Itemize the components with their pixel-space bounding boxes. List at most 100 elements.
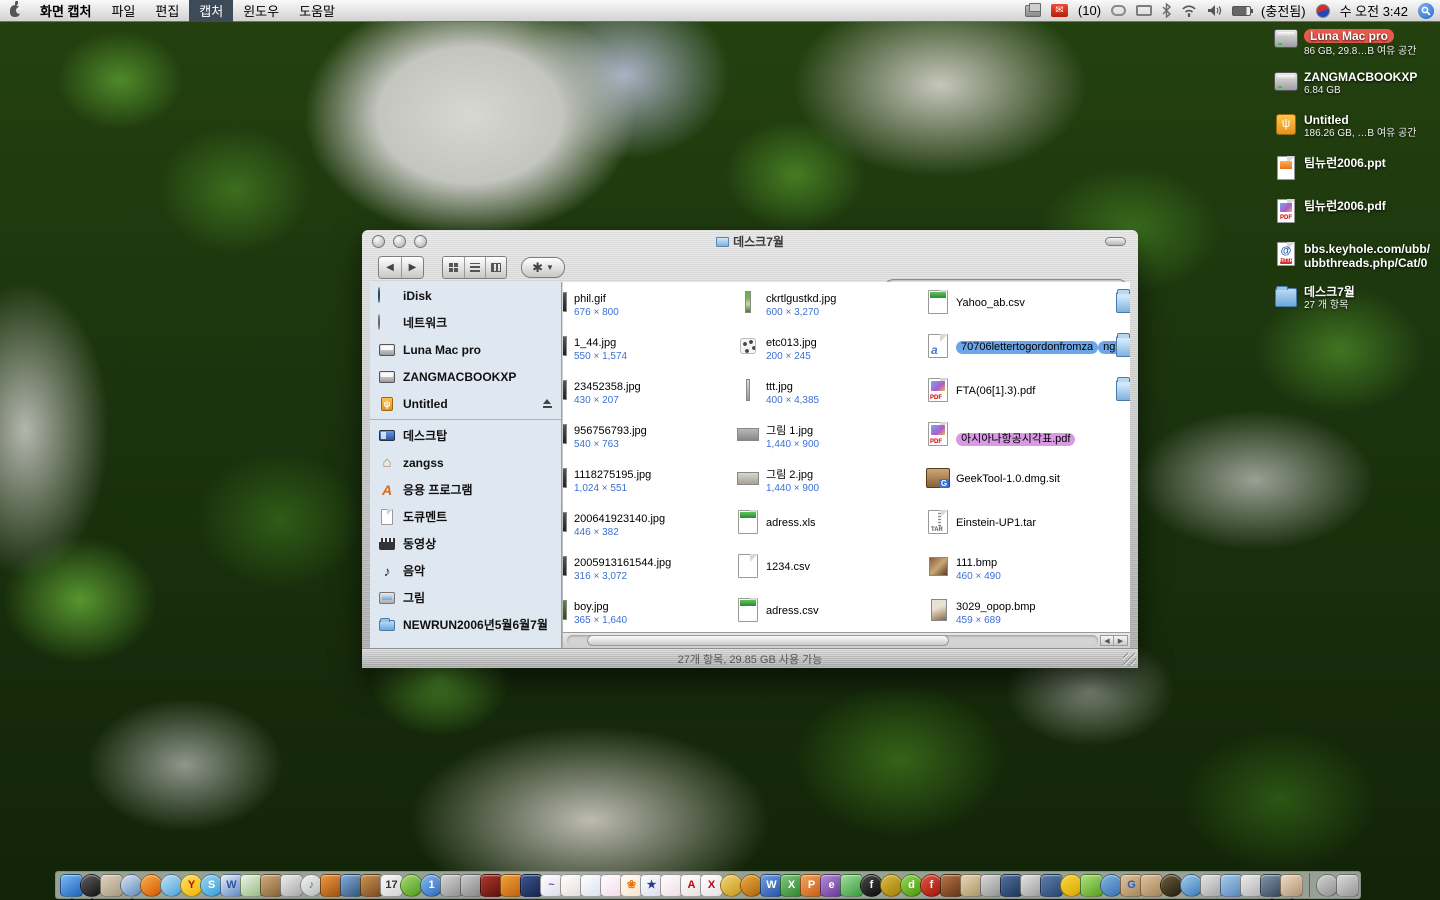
sidebar-item-label: 도큐멘트 [403, 508, 447, 525]
sidebar-item-newrun2006년5월6월7월[interactable]: NEWRUN2006년5월6월7월 [370, 611, 561, 638]
dock-glyph: W [766, 880, 776, 891]
volume-icon[interactable] [1207, 2, 1222, 20]
status-text: 27개 항목, 29.85 GB 사용 가능 [678, 651, 823, 667]
desktop-icon-label: 데스크7월 [1304, 285, 1355, 299]
desktop-icon-3[interactable]: Untitled186.26 GB, …B 여유 공간 [1272, 112, 1438, 155]
toolbar-toggle-button[interactable] [1105, 237, 1126, 246]
file-item[interactable]: 956756793.jpg540 × 763 [563, 420, 743, 464]
file-item[interactable]: 그림 2.jpg1,440 × 900 [735, 464, 935, 508]
file-item[interactable]: 3029_opop.bmp459 × 689 [925, 596, 1125, 632]
korean-input-icon[interactable] [1316, 2, 1330, 20]
column-view-button[interactable] [485, 257, 506, 278]
file-item[interactable]: FTA(06[1].3).pdf [925, 376, 1125, 420]
scroll-track[interactable] [567, 635, 1098, 646]
menu-item-5[interactable]: 윈도우 [233, 0, 289, 22]
file-item[interactable]: 1118275195.jpg1,024 × 551 [563, 464, 743, 508]
file-item[interactable]: ttt.jpg400 × 4,385 [735, 376, 935, 420]
sidebar-item-zangmacbookxp[interactable]: ZANGMACBOOKXP [370, 363, 561, 390]
sidebar-item-untitled[interactable]: Untitled [370, 390, 561, 417]
resize-grip[interactable] [1123, 653, 1136, 666]
wifi-icon[interactable] [1181, 2, 1197, 20]
file-item[interactable]: 1234.csv [735, 552, 935, 596]
file-item[interactable]: 그림 1.jpg1,440 × 900 [735, 420, 935, 464]
scroll-thumb[interactable] [587, 635, 949, 646]
file-item[interactable]: adress.xls [735, 508, 935, 552]
apple-menu[interactable] [0, 0, 30, 22]
dock-item-trash[interactable] [1336, 874, 1359, 897]
horizontal-scrollbar[interactable]: ◀ ▶ [563, 632, 1130, 648]
eject-icon[interactable] [542, 399, 553, 408]
sidebar-item-동영상[interactable]: 동영상 [370, 530, 561, 557]
mail-icon[interactable]: ✉ [1051, 2, 1068, 20]
file-item[interactable]: Einstein-UP1.tar [925, 508, 1125, 552]
menu-item-6[interactable]: 도움말 [289, 0, 345, 22]
sidebar-item-idisk[interactable]: iDisk [370, 282, 561, 309]
menu-item-2[interactable]: 파일 [101, 0, 145, 22]
bluetooth-icon[interactable] [1162, 2, 1171, 20]
folder-item[interactable] [1116, 376, 1130, 420]
file-item[interactable]: 23452358.jpg430 × 207 [563, 376, 743, 420]
desktop-icon-7[interactable]: 데스크7월27 개 항목 [1272, 284, 1438, 327]
file-label: 그림 1.jpg1,440 × 900 [766, 425, 819, 451]
file-browser-area[interactable]: phil.gif676 × 8001_44.jpg550 × 1,5742345… [563, 282, 1130, 632]
displays-menu-icon[interactable] [1136, 2, 1152, 20]
menu-item-3[interactable]: 편집 [145, 0, 189, 22]
sidebar-item-zangss[interactable]: ⌂zangss [370, 449, 561, 476]
file-item[interactable]: etc013.jpg200 × 245 [735, 332, 935, 376]
file-item[interactable]: boy.jpg365 × 1,640 [563, 596, 743, 632]
sidebar-item-네트워크[interactable]: 네트워크 [370, 309, 561, 336]
home-icon: ⌂ [378, 455, 396, 471]
desktop-icon-6[interactable]: @HTTPbbs.keyhole.com/ubb/ubbthreads.php/… [1272, 241, 1438, 284]
icon-view-button[interactable] [443, 257, 464, 278]
sidebar: iDisk네트워크 Luna Mac pro ZANGMACBOOKXPUntitl… [370, 282, 562, 648]
menu-item-4[interactable]: 캡처 [189, 0, 233, 22]
folder-item[interactable] [1116, 288, 1130, 332]
desktop-icon-2[interactable]: ZANGMACBOOKXP6.84 GB [1272, 69, 1438, 112]
file-item[interactable]: 아시아나항공시각표.pdf [925, 420, 1125, 464]
back-button[interactable]: ◀ [379, 257, 401, 278]
sidebar-item-응용-프로그램[interactable]: A응용 프로그램 [370, 476, 561, 503]
file-item[interactable]: 200641923140.jpg446 × 382 [563, 508, 743, 552]
scroll-right-arrow[interactable]: ▶ [1114, 635, 1128, 646]
dock-glyph: X [708, 880, 715, 891]
sidebar-item-도큐멘트[interactable]: 도큐멘트 [370, 503, 561, 530]
thumbnail-icon [563, 509, 569, 535]
desktop-icon-5[interactable]: PDF팀뉴런2006.pdf [1272, 198, 1438, 241]
file-item[interactable]: 70706lettertogordonfromzang.doc [925, 332, 1125, 376]
dock-glyph: e [828, 880, 834, 891]
usb-icon [1272, 112, 1300, 138]
file-item[interactable]: 1_44.jpg550 × 1,574 [563, 332, 743, 376]
file-item[interactable]: GeekTool-1.0.dmg.sit [925, 464, 1125, 508]
file-item[interactable]: 2005913161544.jpg316 × 3,072 [563, 552, 743, 596]
scroll-left-arrow[interactable]: ◀ [1100, 635, 1114, 646]
list-view-icon [470, 263, 480, 272]
folder-item[interactable] [1116, 332, 1130, 376]
network-icon [378, 315, 396, 331]
desktop-icon-1[interactable]: Luna Mac pro86 GB, 29.8…B 여유 공간 [1272, 26, 1438, 69]
title-bar[interactable]: 데스크7월 [362, 230, 1138, 252]
file-item[interactable]: adress.csv [735, 596, 935, 632]
grab-menu-icon[interactable] [1025, 2, 1041, 20]
battery-icon[interactable] [1232, 2, 1251, 20]
desktop-icon-4[interactable]: 팀뉴런2006.ppt [1272, 155, 1438, 198]
menu-item-1[interactable]: 화면 캡처 [30, 0, 101, 22]
sidebar-item-label: Luna Mac pro [403, 343, 481, 357]
ichat-menu-icon[interactable] [1111, 2, 1126, 20]
dock-item-photo-app[interactable] [1280, 874, 1303, 897]
file-item[interactable]: Yahoo_ab.csv [925, 288, 1125, 332]
list-view-button[interactable] [464, 257, 485, 278]
spotlight-icon[interactable] [1418, 3, 1434, 19]
sidebar-item-데스크탑[interactable]: 데스크탑 [370, 422, 561, 449]
file-item[interactable]: phil.gif676 × 800 [563, 288, 743, 332]
forward-button[interactable]: ▶ [401, 257, 423, 278]
sidebar-item-그림[interactable]: 그림 [370, 584, 561, 611]
desktop-icon-labels: Untitled186.26 GB, …B 여유 공간 [1304, 112, 1416, 140]
sidebar-item-음악[interactable]: ♪음악 [370, 557, 561, 584]
action-button[interactable]: ✱▼ [521, 257, 565, 278]
file-item[interactable]: 111.bmp460 × 490 [925, 552, 1125, 596]
file-label: 그림 2.jpg1,440 × 900 [766, 469, 819, 495]
dock-glyph: 17 [385, 880, 397, 891]
file-item[interactable]: ckrtlgustkd.jpg600 × 3,270 [735, 288, 935, 332]
sidebar-item-luna-mac-pro[interactable]: Luna Mac pro [370, 336, 561, 363]
music-icon: ♪ [378, 563, 396, 579]
